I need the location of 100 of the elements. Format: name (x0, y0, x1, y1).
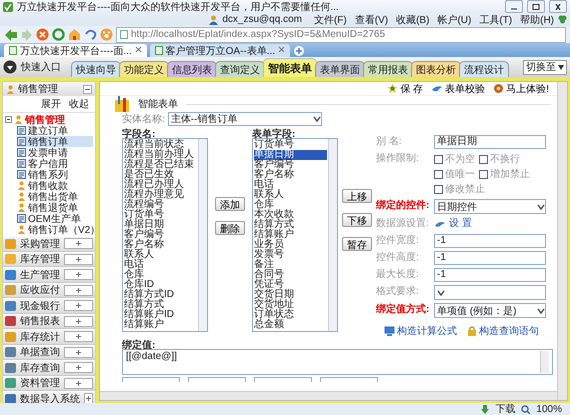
refresh-icon[interactable] (52, 28, 65, 41)
input-field[interactable]: -1 (434, 234, 546, 248)
list-item[interactable]: 合同号 (254, 270, 327, 280)
nav-tab[interactable]: 功能定义 (119, 61, 169, 77)
module-header[interactable]: 采购管理 (3, 236, 95, 252)
list-item[interactable]: 仓库 (254, 200, 327, 210)
module-header[interactable]: 应收应付 (3, 282, 95, 298)
list-item[interactable]: 总金额 (254, 320, 327, 330)
dropdown-caret-icon[interactable] (537, 306, 545, 314)
tree-item[interactable]: 销售出货单 (17, 191, 93, 202)
module-header[interactable]: 库存查询 (3, 360, 95, 376)
expand-button[interactable] (64, 316, 93, 327)
tree-item[interactable]: 销售订单 (17, 136, 93, 147)
zoom-level[interactable]: 100% (536, 404, 562, 414)
list-item[interactable]: 电话 (124, 260, 197, 270)
browser-tab[interactable]: 客户管理万立OA--表单... (150, 44, 290, 57)
input-field[interactable]: 单据日期 (434, 135, 546, 149)
expand-button[interactable] (64, 284, 93, 296)
tree-item[interactable]: 销售订单（V2） (17, 224, 93, 235)
list-item[interactable]: 备注 (254, 260, 327, 270)
list-item[interactable]: 凭证号 (254, 280, 327, 290)
list-item[interactable]: 订货单号 (254, 140, 327, 150)
tree-item[interactable]: 销售退货单 (17, 202, 93, 213)
toolbar-button[interactable]: 保 存 (387, 82, 424, 96)
list-item[interactable]: 联系人 (124, 250, 197, 260)
menu-item[interactable]: 帐户(U) (437, 12, 472, 26)
module-header[interactable]: 生产管理 (3, 267, 95, 282)
tree-item[interactable]: 客户信用 (17, 158, 93, 169)
list-item[interactable]: 仓库ID (124, 280, 197, 290)
nav-tab[interactable]: 查询定义 (215, 61, 265, 77)
list-item[interactable]: 仓库 (124, 270, 197, 280)
list-item[interactable]: 交货日期 (254, 290, 327, 300)
nav-tab[interactable]: 智能表单 (263, 58, 317, 77)
nav-tab[interactable]: 信息列表 (167, 61, 217, 77)
scrollbar[interactable] (557, 82, 567, 400)
expand-link[interactable]: 展开 (41, 97, 61, 111)
toolbar-button[interactable]: 表单校验 (431, 82, 486, 96)
module-header[interactable]: 资料管理 (3, 376, 95, 391)
list-item[interactable]: 是否已生效 (124, 170, 197, 180)
close-button[interactable] (549, 0, 567, 13)
module-header[interactable]: 单据查询 (3, 344, 95, 360)
close-tab-icon[interactable] (278, 46, 286, 53)
dropdown-caret-icon[interactable] (312, 115, 321, 123)
list-item[interactable]: 结算账户 (124, 320, 197, 330)
back-icon[interactable] (4, 28, 18, 42)
tree-item[interactable]: 建立订单 (17, 125, 93, 136)
expand-button[interactable] (64, 254, 93, 265)
tree-item[interactable]: OEM生产单 (17, 213, 93, 224)
maximize-button[interactable] (527, 0, 545, 13)
stop-icon[interactable] (36, 28, 49, 41)
scrollbar[interactable] (100, 391, 557, 400)
switch-dropdown[interactable]: 切换至 (523, 60, 567, 74)
list-item[interactable]: 业务员 (254, 240, 327, 250)
list-item[interactable]: 流程办理意见 (124, 190, 197, 200)
address-bar[interactable]: http://localhost/Eplat/index.aspx?SysID=5&MenuID=2765 (116, 26, 566, 42)
list-item[interactable]: 交货地址 (254, 300, 327, 310)
menu-item[interactable]: 文件(F) (314, 12, 347, 26)
collapse-link[interactable]: 收起 (69, 97, 89, 111)
quick-entry-label[interactable]: 快速入口 (21, 60, 61, 74)
expand-button[interactable] (64, 238, 93, 250)
list-item[interactable]: 流程当前办理人 (124, 150, 197, 160)
list-item[interactable]: 单据日期 (124, 220, 197, 230)
list-item[interactable]: 订单状态 (254, 310, 327, 320)
action-link[interactable]: 构造计算公式 (384, 324, 457, 338)
tree-item[interactable]: 销售系列 (17, 169, 93, 180)
new-tab-icon[interactable] (293, 45, 306, 57)
tree-item[interactable]: 销售收款 (17, 180, 93, 191)
nav-tab[interactable]: 流程设计 (459, 61, 509, 77)
move-up-button[interactable]: 上移 (342, 189, 372, 203)
dropdown-caret-icon[interactable] (437, 288, 445, 296)
list-item[interactable]: 结算账户ID (124, 310, 197, 320)
bind-value-textarea[interactable]: [[@date@]] (122, 349, 553, 375)
action-link[interactable]: 构造查询语句 (467, 324, 539, 338)
close-tab-icon[interactable] (134, 46, 142, 53)
settings-link[interactable]: 设 置 (449, 217, 472, 231)
collapse-button[interactable] (83, 84, 92, 94)
tree-item[interactable]: 销售管理 (5, 114, 93, 125)
list-item[interactable]: 结算方式 (254, 220, 327, 230)
download-label[interactable]: 下载 (495, 402, 516, 415)
expand-button[interactable] (64, 300, 93, 312)
undo-icon[interactable] (84, 28, 97, 41)
list-item[interactable]: 联系人 (254, 190, 327, 200)
expand-button[interactable] (64, 269, 93, 280)
list-item[interactable]: 发票号 (254, 250, 327, 260)
module-header[interactable]: 库存统计 (3, 329, 95, 344)
expand-button[interactable] (84, 393, 93, 404)
nav-tab[interactable]: 图表分析 (411, 61, 461, 77)
menu-item[interactable]: 工具(T) (479, 12, 512, 26)
expand-button[interactable] (64, 346, 93, 358)
tree-item[interactable]: 发票申请 (17, 147, 93, 158)
add-button[interactable]: 添加 (215, 197, 245, 211)
nav-tab[interactable]: 表单界面 (315, 61, 365, 77)
expand-button[interactable] (64, 362, 93, 374)
list-item[interactable]: 电话 (254, 180, 327, 190)
menu-item[interactable]: 收藏(B) (396, 12, 430, 26)
list-item[interactable]: 客户名称 (254, 170, 327, 180)
list-item[interactable]: 流程是否已结束 (124, 160, 197, 170)
dropdown[interactable]: 日期控件 (434, 199, 546, 214)
menu-item[interactable]: 查看(V) (354, 12, 388, 26)
entity-dropdown[interactable]: 主体--销售订单 (168, 112, 322, 126)
